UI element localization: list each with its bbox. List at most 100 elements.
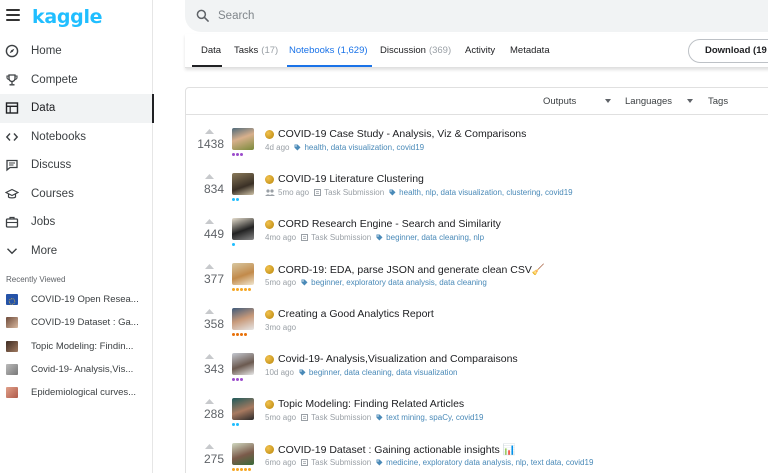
sidebar-item-notebooks[interactable]: Notebooks	[0, 123, 153, 152]
author-avatar[interactable]	[232, 353, 254, 375]
notebook-title[interactable]: Topic Modeling: Finding Related Articles	[278, 398, 464, 410]
notebook-meta: 10d ago beginner, data cleaning, data vis…	[265, 368, 457, 377]
notebook-title[interactable]: COVID-19 Dataset : Gaining actionable in…	[278, 443, 516, 456]
recently-viewed-item[interactable]: Topic Modeling: Findin...	[0, 335, 153, 358]
author-avatar[interactable]	[232, 263, 254, 285]
notebook-tags[interactable]: beginner, data cleaning, data visualizat…	[309, 368, 458, 377]
hamburger-menu-icon[interactable]	[6, 9, 20, 23]
tags-filter[interactable]: Tags	[708, 96, 728, 107]
tab-data[interactable]: Data	[201, 45, 221, 56]
author-avatar[interactable]	[232, 398, 254, 420]
notebook-time: 5mo ago	[278, 188, 310, 197]
sidebar-item-courses[interactable]: Courses	[0, 180, 153, 209]
recently-viewed-label: Covid-19- Analysis,Vis...	[31, 364, 134, 376]
upvote-icon[interactable]	[205, 174, 214, 179]
task-icon	[301, 459, 309, 466]
notebook-title[interactable]: Covid-19- Analysis,Visualization and Com…	[278, 353, 518, 365]
recently-viewed-label: COVID-19 Open Resea...	[31, 294, 139, 306]
sidebar-item-compete[interactable]: Compete	[0, 66, 153, 95]
sidebar-item-label: Data	[31, 102, 56, 115]
upvote-icon[interactable]	[205, 309, 214, 314]
tag-icon	[376, 414, 383, 421]
task-submission-label: Task Submission	[311, 458, 372, 467]
gold-medal-icon	[265, 445, 274, 454]
task-icon	[314, 189, 322, 196]
author-avatar[interactable]	[232, 218, 254, 240]
kaggle-dataset-page: kaggle Home Compete Data Notebooks Discuss Co…	[0, 0, 768, 473]
tab-label: Metadata	[510, 45, 550, 56]
upvote-icon[interactable]	[205, 399, 214, 404]
gold-medal-icon	[265, 175, 274, 184]
tag-icon	[376, 234, 383, 241]
upvote-icon[interactable]	[205, 264, 214, 269]
author-tier-dots	[232, 468, 251, 471]
notebook-title[interactable]: CORD-19: EDA, parse JSON and generate cl…	[278, 263, 545, 276]
notebook-tags[interactable]: health, data visualization, covid19	[304, 143, 424, 152]
notebook-meta: 4d ago health, data visualization, covid1…	[265, 143, 424, 152]
sidebar-item-jobs[interactable]: Jobs	[0, 208, 153, 237]
compass-icon	[5, 44, 19, 58]
notebook-title[interactable]: Creating a Good Analytics Report	[278, 308, 434, 320]
sidebar-item-label: Discuss	[31, 159, 72, 172]
sidebar-item-data[interactable]: Data	[0, 94, 154, 123]
notebook-meta: 4mo ago Task Submission beginner, data cle…	[265, 233, 484, 242]
tab-discussion[interactable]: Discussion (369)	[380, 45, 451, 56]
outputs-filter[interactable]: Outputs	[543, 96, 576, 107]
upvote-icon[interactable]	[205, 354, 214, 359]
recently-viewed-thumbnail	[6, 294, 18, 306]
recently-viewed-item[interactable]: Epidemiological curves...	[0, 381, 153, 404]
recently-viewed-item[interactable]: Covid-19- Analysis,Vis...	[0, 358, 153, 381]
tab-activity[interactable]: Activity	[465, 45, 495, 56]
languages-chevron-down-icon[interactable]	[687, 99, 693, 103]
notebook-title[interactable]: COVID-19 Case Study - Analysis, Viz & Co…	[278, 128, 526, 140]
tab-underline-data	[192, 65, 222, 67]
search-input[interactable]	[218, 6, 738, 26]
notebook-tags[interactable]: text mining, spaCy, covid19	[386, 413, 483, 422]
tab-tasks[interactable]: Tasks (17)	[234, 45, 278, 56]
trophy-icon	[5, 73, 19, 87]
upvote-icon[interactable]	[205, 219, 214, 224]
author-tier-dots	[232, 288, 251, 291]
languages-filter[interactable]: Languages	[625, 96, 672, 107]
upvote-icon[interactable]	[205, 129, 214, 134]
sidebar-item-discuss[interactable]: Discuss	[0, 151, 153, 180]
upvote-icon[interactable]	[205, 444, 214, 449]
tab-metadata[interactable]: Metadata	[510, 45, 550, 56]
author-avatar[interactable]	[232, 128, 254, 150]
download-button[interactable]: Download (19	[688, 39, 768, 63]
tab-notebooks[interactable]: Notebooks (1,629)	[289, 45, 368, 56]
tab-label: Data	[201, 45, 222, 56]
notebook-tags[interactable]: beginner, exploratory data analysis, dat…	[311, 278, 487, 287]
kaggle-logo[interactable]: kaggle	[32, 6, 103, 28]
notebook-row: 834 COVID-19 Literature Clustering 5mo ago…	[186, 170, 768, 215]
author-avatar[interactable]	[232, 443, 254, 465]
vote-count: 275	[203, 452, 224, 466]
tab-label: Notebooks	[289, 45, 335, 56]
recently-viewed-item[interactable]: COVID-19 Dataset : Ga...	[0, 311, 153, 334]
notebook-time: 6mo ago	[265, 458, 297, 467]
notebook-tags[interactable]: medicine, exploratory data analysis, nlp…	[386, 458, 593, 467]
notebook-title[interactable]: COVID-19 Literature Clustering	[278, 173, 424, 185]
outputs-chevron-down-icon[interactable]	[605, 99, 611, 103]
recently-viewed-item[interactable]: COVID-19 Open Resea...	[0, 288, 153, 311]
sidebar-item-label: Jobs	[31, 216, 56, 229]
author-tier-dots	[232, 333, 247, 336]
notebook-title[interactable]: CORD Research Engine - Search and Simila…	[278, 218, 501, 230]
tab-count: (369)	[428, 45, 452, 56]
notebook-time: 3mo ago	[265, 323, 297, 332]
graduation-cap-icon	[5, 187, 19, 201]
sidebar: kaggle Home Compete Data Notebooks Discuss Co…	[0, 0, 154, 473]
search-icon	[196, 9, 209, 22]
sidebar-item-more[interactable]: More	[0, 237, 153, 266]
author-avatar[interactable]	[232, 173, 254, 195]
notebook-time: 5mo ago	[265, 413, 297, 422]
notebook-tags[interactable]: beginner, data cleaning, nlp	[386, 233, 484, 242]
author-avatar[interactable]	[232, 308, 254, 330]
tag-icon	[301, 279, 308, 286]
recently-viewed-thumbnail	[6, 317, 18, 329]
recently-viewed-label: COVID-19 Dataset : Ga...	[31, 317, 139, 329]
notebook-tags[interactable]: health, nlp, data visualization, cluster…	[399, 188, 572, 197]
sidebar-item-home[interactable]: Home	[0, 37, 153, 66]
tab-underline-notebooks	[287, 65, 372, 67]
recently-viewed-thumbnail	[6, 387, 18, 399]
